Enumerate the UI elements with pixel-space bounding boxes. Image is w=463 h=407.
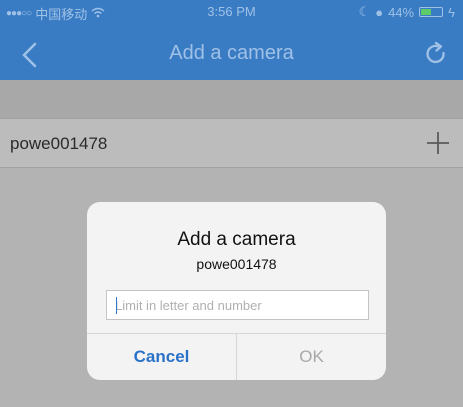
cancel-button[interactable]: Cancel [87,334,237,380]
header-bar: ●●●○○ 中国移动 3:56 PM ☾ ● 44% ϟ Add a camer… [0,0,463,80]
nav-bar: Add a camera [0,22,463,80]
charging-icon: ϟ [448,4,455,20]
status-right: ☾ ● 44% ϟ [359,4,455,20]
plus-icon[interactable] [425,130,451,156]
moon-icon: ☾ [358,4,371,19]
refresh-icon[interactable] [423,41,449,67]
battery-percent: 44% [388,4,415,20]
camera-name-input[interactable] [106,290,369,320]
dialog-subtitle: powe001478 [196,256,277,272]
alarm-icon: ● [375,4,384,20]
ok-button[interactable]: OK [237,334,386,380]
camera-id-label: powe001478 [10,134,108,153]
status-bar: ●●●○○ 中国移动 3:56 PM ☾ ● 44% ϟ [0,0,463,22]
battery-icon [419,7,444,17]
add-camera-dialog: Add a camera powe001478 Cancel OK [87,202,386,380]
list-item[interactable]: powe001478 [0,118,463,168]
page-title: Add a camera [169,42,294,64]
dialog-buttons: Cancel OK [87,333,386,380]
dialog-title: Add a camera [177,229,296,250]
section-spacer [0,80,463,118]
text-caret [116,297,117,314]
battery-fill [421,9,431,15]
